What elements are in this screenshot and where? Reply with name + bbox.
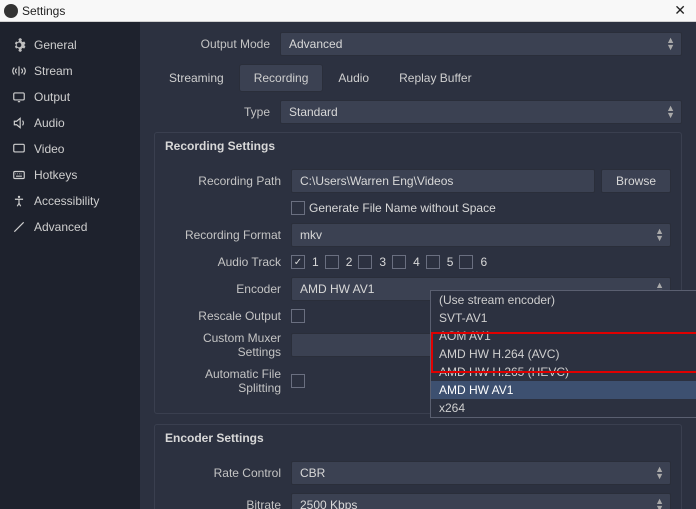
sidebar-item-advanced[interactable]: Advanced (0, 214, 140, 240)
output-icon (12, 90, 26, 104)
sidebar-item-label: Stream (34, 64, 73, 78)
browse-button[interactable]: Browse (601, 169, 671, 193)
audio-track-6-checkbox[interactable] (459, 255, 473, 269)
rate-control-select[interactable]: CBR ▲ ▼ (291, 461, 671, 485)
encoder-option[interactable]: AOM AV1 (431, 327, 696, 345)
recording-format-label: Recording Format (165, 228, 291, 242)
rescale-output-checkbox[interactable] (291, 309, 305, 323)
chevron-down-icon: ▼ (666, 43, 675, 52)
encoder-option[interactable]: SVT-AV1 (431, 309, 696, 327)
encoder-option[interactable]: AMD HW H.265 (HEVC) (431, 363, 696, 381)
audio-track-4-checkbox[interactable] (392, 255, 406, 269)
audio-track-3-checkbox[interactable] (358, 255, 372, 269)
accessibility-icon (12, 194, 26, 208)
sidebar-item-stream[interactable]: Stream (0, 58, 140, 84)
window-title: Settings (22, 4, 65, 18)
type-label: Type (154, 105, 280, 119)
output-mode-value: Advanced (289, 37, 342, 51)
sidebar-item-label: Audio (34, 116, 65, 130)
sidebar: General Stream Output Audio Video Hotkey… (0, 22, 140, 509)
tab-replay-buffer[interactable]: Replay Buffer (384, 64, 487, 92)
custom-muxer-label: Custom Muxer Settings (165, 331, 291, 359)
sidebar-item-hotkeys[interactable]: Hotkeys (0, 162, 140, 188)
output-mode-label: Output Mode (154, 37, 280, 51)
encoder-label: Encoder (165, 282, 291, 296)
audio-track-1-checkbox[interactable] (291, 255, 305, 269)
recording-path-label: Recording Path (165, 174, 291, 188)
sidebar-item-label: Accessibility (34, 194, 99, 208)
encoder-dropdown[interactable]: (Use stream encoder) SVT-AV1 AOM AV1 AMD… (430, 290, 696, 418)
output-tabs: Streaming Recording Audio Replay Buffer (154, 64, 682, 92)
recording-format-value: mkv (300, 228, 322, 242)
recording-settings-title: Recording Settings (155, 133, 681, 159)
gear-icon (12, 38, 26, 52)
audio-track-5-checkbox[interactable] (426, 255, 440, 269)
close-icon[interactable]: ✕ (668, 2, 692, 19)
step-down-icon[interactable]: ▼ (655, 504, 664, 509)
audio-track-label: Audio Track (165, 255, 291, 269)
chevron-down-icon: ▼ (666, 111, 675, 120)
sidebar-item-label: Hotkeys (34, 168, 77, 182)
bitrate-value: 2500 Kbps (300, 498, 357, 509)
encoder-settings-title: Encoder Settings (155, 425, 681, 451)
chevron-down-icon: ▼ (655, 234, 664, 243)
auto-file-split-label: Automatic File Splitting (165, 367, 291, 395)
type-select[interactable]: Standard ▲ ▼ (280, 100, 682, 124)
sidebar-item-audio[interactable]: Audio (0, 110, 140, 136)
encoder-option[interactable]: x264 (431, 399, 696, 417)
chevron-down-icon: ▼ (655, 472, 664, 481)
sidebar-item-label: Video (34, 142, 64, 156)
tab-streaming[interactable]: Streaming (154, 64, 239, 92)
app-icon (4, 4, 18, 18)
recording-format-select[interactable]: mkv ▲ ▼ (291, 223, 671, 247)
encoder-option[interactable]: AMD HW H.264 (AVC) (431, 345, 696, 363)
rescale-output-label: Rescale Output (165, 309, 291, 323)
rate-control-value: CBR (300, 466, 325, 480)
tab-recording[interactable]: Recording (239, 64, 324, 92)
main-panel: Output Mode Advanced ▲ ▼ Streaming Recor… (140, 22, 696, 509)
monitor-icon (12, 142, 26, 156)
gen-filename-nospace-checkbox[interactable] (291, 201, 305, 215)
output-mode-select[interactable]: Advanced ▲ ▼ (280, 32, 682, 56)
sidebar-item-label: Output (34, 90, 70, 104)
speaker-icon (12, 116, 26, 130)
auto-file-split-checkbox[interactable] (291, 374, 305, 388)
sidebar-item-output[interactable]: Output (0, 84, 140, 110)
sidebar-item-video[interactable]: Video (0, 136, 140, 162)
sidebar-item-label: Advanced (34, 220, 87, 234)
encoder-settings-group: Encoder Settings Rate Control CBR ▲ ▼ Bi… (154, 424, 682, 509)
tools-icon (12, 220, 26, 234)
sidebar-item-general[interactable]: General (0, 32, 140, 58)
recording-path-input[interactable]: C:\Users\Warren Eng\Videos (291, 169, 595, 193)
bitrate-stepper[interactable]: 2500 Kbps ▲ ▼ (291, 493, 671, 509)
encoder-option[interactable]: AMD HW AV1 (431, 381, 696, 399)
antenna-icon (12, 64, 26, 78)
sidebar-item-label: General (34, 38, 77, 52)
encoder-option[interactable]: (Use stream encoder) (431, 291, 696, 309)
tab-audio[interactable]: Audio (323, 64, 384, 92)
titlebar: Settings ✕ (0, 0, 696, 22)
rate-control-label: Rate Control (165, 466, 291, 480)
bitrate-label: Bitrate (165, 498, 291, 509)
type-value: Standard (289, 105, 338, 119)
sidebar-item-accessibility[interactable]: Accessibility (0, 188, 140, 214)
audio-track-2-checkbox[interactable] (325, 255, 339, 269)
keyboard-icon (12, 168, 26, 182)
gen-filename-nospace-label: Generate File Name without Space (309, 201, 496, 215)
encoder-value: AMD HW AV1 (300, 282, 374, 296)
